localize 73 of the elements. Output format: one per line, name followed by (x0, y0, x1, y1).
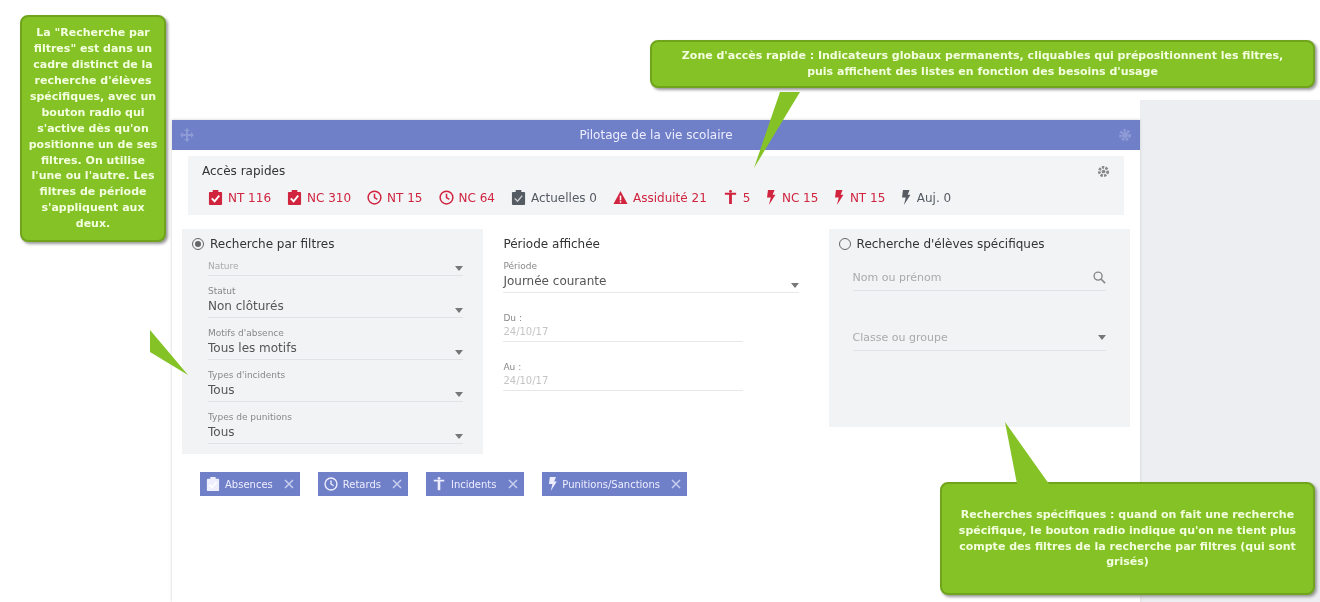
field-value: Journée courante (503, 274, 607, 288)
figure-icon (722, 190, 738, 205)
dropdown-field[interactable]: Motifs d'absence Tous les motifs (208, 328, 464, 360)
field-value: Tous les motifs (208, 341, 297, 355)
caret-icon (455, 266, 464, 271)
quick-access-link[interactable]: Actuelles 0 (504, 188, 603, 207)
close-icon[interactable] (283, 479, 294, 489)
search-icon[interactable] (1093, 271, 1106, 284)
quick-access-link[interactable]: NC 64 (432, 188, 501, 207)
dropdown-field[interactable]: Types de punitions Tous (208, 412, 464, 444)
close-icon[interactable] (671, 479, 682, 489)
warning-icon (613, 190, 628, 205)
field-label: Motifs d'absence (208, 328, 285, 338)
quick-access-link[interactable]: 5 (716, 188, 757, 207)
dropdown-field[interactable]: Période Journée courante (503, 261, 799, 293)
annotation-callout: La "Recherche par filtres" est dans un cadre distinct de la recherche d'élèves spécifiques, avec un bouton radio qui s'active dès qu'on positionne un de ses filtres. On utilise l'une ou l'autre. Les filtres de période s'appliquent aux deux. (20, 15, 166, 243)
settings-icon[interactable] (1097, 164, 1110, 178)
period-title: Période affichée (503, 237, 601, 251)
radio-label: Recherche d'élèves spécifiques (856, 237, 1045, 251)
caret-icon (455, 308, 464, 313)
field-placeholder: Classe ou groupe (852, 331, 948, 344)
filter-chip[interactable]: Incidents (425, 472, 524, 496)
field-label: Au : (503, 362, 523, 372)
annotation-callout: Recherches spécifiques : quand on fait une recherche spécifique, le bouton radio indique qu'on ne tient plus compte des filtres de la recherche par filtres (qui sont grisés) (940, 482, 1315, 595)
quick-access-link[interactable]: NC 15 (760, 188, 825, 207)
quick-access-title: Accès rapides (202, 164, 286, 178)
close-icon[interactable] (507, 479, 518, 489)
caret-icon (455, 350, 464, 355)
quick-access-link[interactable]: Auj. 0 (895, 188, 958, 207)
caret-icon (1098, 335, 1106, 340)
bolt-icon (766, 190, 777, 205)
move-icon (180, 128, 194, 142)
settings-icon[interactable] (1118, 128, 1132, 142)
field-label: Types de punitions (208, 412, 292, 422)
quick-access-link[interactable]: NT 116 (202, 188, 278, 207)
filter-chip[interactable]: Retards (317, 472, 408, 496)
student-search-radio[interactable]: Recherche d'élèves spécifiques (838, 237, 1120, 251)
bolt-icon (901, 190, 912, 205)
bolt-icon (834, 190, 845, 205)
clipboard-check-icon (208, 190, 223, 205)
annotation-callout: Zone d'accès rapide : Indicateurs globaux permanents, cliquables qui prépositionnent les filtres, puis affichent des listes en fonction des besoins d'usage (650, 40, 1315, 88)
filter-chip[interactable]: Absences (200, 472, 300, 496)
caret-icon (455, 392, 464, 397)
clipboard-icon (510, 190, 526, 205)
dropdown-field[interactable]: Statut Non clôturés (208, 286, 464, 318)
quick-access-link[interactable]: NC 310 (281, 188, 358, 207)
field-label: Statut (208, 286, 237, 296)
field-value: Non clôturés (208, 299, 284, 313)
clock-icon (323, 477, 338, 491)
clock-icon (367, 190, 383, 205)
quick-access-link[interactable]: NT 15 (361, 188, 429, 207)
clipboard-check-icon (287, 190, 303, 205)
clipboard-check-icon (206, 477, 220, 491)
field-value: Tous (208, 383, 236, 397)
field-label: Types d'incidents (208, 370, 286, 380)
field-placeholder: Nature (208, 261, 239, 271)
close-icon[interactable] (391, 479, 402, 489)
window-title: Pilotage de la vie scolaire (579, 128, 733, 142)
caret-icon (455, 434, 464, 439)
field-label: Du : (503, 313, 523, 323)
filter-search-radio[interactable]: Recherche par filtres (192, 237, 474, 251)
figure-icon (431, 477, 446, 491)
dropdown-field[interactable]: Types d'incidents Tous (208, 370, 464, 402)
bolt-icon (547, 477, 558, 491)
caret-icon (790, 283, 799, 288)
quick-access-link[interactable]: Assiduité 21 (607, 188, 713, 207)
filter-chip[interactable]: Punitions/Sanctions (541, 472, 688, 496)
field-value: Tous (208, 425, 236, 439)
field-placeholder: Nom ou prénom (852, 271, 942, 284)
radio-label: Recherche par filtres (210, 237, 335, 251)
clock-icon (438, 190, 454, 205)
quick-access-link[interactable]: NT 15 (828, 188, 892, 207)
field-label: Période (503, 261, 538, 271)
